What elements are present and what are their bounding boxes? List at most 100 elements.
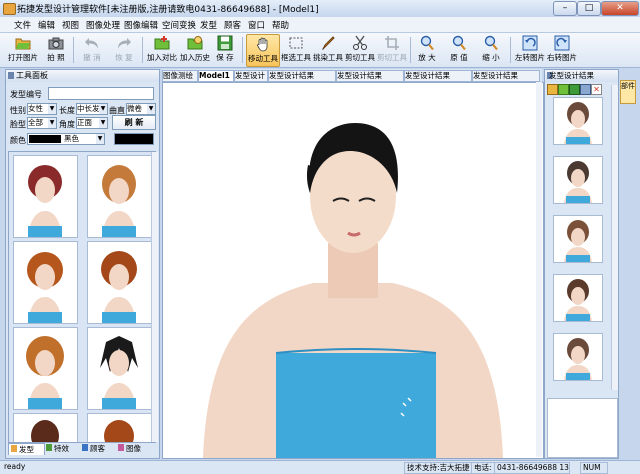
results-scrollbar[interactable] bbox=[611, 85, 618, 390]
result-thumbnail[interactable] bbox=[553, 215, 603, 263]
delete-result-icon[interactable]: ✕ bbox=[591, 84, 602, 95]
status-tech-support: 技术支持:吉大拓捷 bbox=[404, 462, 472, 474]
tab-design-result[interactable]: 发型设计结果 bbox=[404, 70, 472, 82]
zoom-out-button[interactable]: 缩 小 bbox=[478, 34, 504, 65]
canvas-scrollbar[interactable] bbox=[536, 82, 542, 457]
design-results-panel: 发型设计结果 ✕ bbox=[544, 69, 619, 459]
hair-number-input[interactable] bbox=[48, 87, 154, 100]
curl-select[interactable]: 微卷 ▼ bbox=[126, 103, 156, 115]
camera-button[interactable]: 拍 照 bbox=[42, 34, 70, 65]
save-icon bbox=[217, 35, 233, 51]
length-select[interactable]: 中长发 ▼ bbox=[76, 103, 108, 115]
face-shape-select[interactable]: 全部 ▼ bbox=[27, 117, 57, 129]
rotate-left-icon bbox=[522, 35, 538, 51]
redo-button[interactable]: 恢 复 bbox=[110, 34, 138, 65]
chevron-down-icon: ▼ bbox=[99, 118, 107, 128]
hairstyle-thumbnail[interactable] bbox=[13, 413, 78, 442]
result-thumbnail[interactable] bbox=[553, 156, 603, 204]
angle-value: 正面 bbox=[77, 118, 92, 127]
toolbar-label: 加入历史 bbox=[180, 53, 210, 62]
chevron-down-icon: ▼ bbox=[48, 118, 56, 128]
hairstyle-thumbnail[interactable] bbox=[13, 155, 78, 238]
image-canvas[interactable] bbox=[162, 82, 544, 459]
close-button[interactable]: ✕ bbox=[601, 1, 639, 16]
result-thumbnail[interactable] bbox=[553, 97, 603, 145]
hairstyle-thumbnail[interactable] bbox=[87, 413, 152, 442]
menu-hairstyle[interactable]: 发型 bbox=[200, 19, 217, 31]
open-result-icon[interactable] bbox=[547, 84, 558, 95]
rotate-right-button[interactable]: 右转图片 bbox=[546, 34, 578, 65]
highlight-tool-button[interactable]: 挑染工具 bbox=[312, 34, 344, 65]
customer-tab-icon bbox=[82, 444, 88, 451]
chevron-down-icon: ▼ bbox=[48, 104, 56, 114]
zoom-in-button[interactable]: 放 大 bbox=[414, 34, 440, 65]
menu-view[interactable]: 视图 bbox=[62, 19, 79, 31]
add-result-icon[interactable] bbox=[558, 84, 569, 95]
open-image-button[interactable]: 打开图片 bbox=[6, 34, 40, 65]
angle-select[interactable]: 正面 ▼ bbox=[76, 117, 108, 129]
menu-file[interactable]: 文件 bbox=[14, 19, 31, 31]
undo-button[interactable]: 撤 消 bbox=[78, 34, 106, 65]
zoom-reset-icon bbox=[452, 35, 466, 51]
save-button[interactable]: 保 存 bbox=[212, 34, 238, 65]
status-bar: ready 技术支持:吉大拓捷 电话: 0431-86649688 13 NUM bbox=[0, 460, 640, 474]
maximize-button[interactable]: □ bbox=[577, 1, 601, 16]
add-history-button[interactable]: 加入历史 bbox=[179, 34, 211, 65]
tab-image-measure[interactable]: 图像测绘 bbox=[162, 70, 198, 82]
chevron-down-icon: ▼ bbox=[99, 104, 107, 114]
tool-panel-scrollbar[interactable] bbox=[151, 152, 158, 442]
toolbar-label: 放 大 bbox=[418, 53, 436, 62]
hairstyle-thumbnail[interactable] bbox=[87, 155, 152, 238]
menu-bar: 文件 编辑 视图 图像处理 图像编辑 空间变换 发型 顾客 窗口 帮助 bbox=[0, 17, 640, 33]
add-compare-button[interactable]: 加入对比 bbox=[146, 34, 178, 65]
menu-edit[interactable]: 编辑 bbox=[38, 19, 55, 31]
menu-customer[interactable]: 顾客 bbox=[224, 19, 241, 31]
toolbar: 打开图片 拍 照 撤 消 恢 复 加入对比 加入历史 保 存 移动工具 框选工具… bbox=[0, 33, 640, 68]
move-tool-button[interactable]: 移动工具 bbox=[246, 34, 280, 67]
crop-tool-button[interactable]: 剪切工具 bbox=[376, 34, 408, 65]
result-thumbnail[interactable] bbox=[553, 274, 603, 322]
menu-transform[interactable]: 空间变换 bbox=[162, 19, 196, 31]
cut-tool-button[interactable]: 剪切工具 bbox=[344, 34, 376, 65]
refresh-button[interactable]: 刷 新 bbox=[112, 115, 156, 130]
status-phone-value: 0431-86649688 13 bbox=[494, 462, 570, 474]
tab-design-result[interactable]: 发型设计结果 bbox=[472, 70, 540, 82]
save-result-icon[interactable] bbox=[569, 84, 580, 95]
crop-icon bbox=[385, 36, 399, 50]
gender-select[interactable]: 女性 ▼ bbox=[27, 103, 57, 115]
tab-hair-design[interactable]: 发型设计 bbox=[234, 70, 268, 82]
toolbar-label: 移动工具 bbox=[248, 54, 278, 63]
tab-model1[interactable]: Model1 bbox=[198, 70, 234, 82]
menu-image-edit[interactable]: 图像编辑 bbox=[124, 19, 158, 31]
tab-effects[interactable]: 特效 bbox=[44, 443, 79, 454]
toolbar-label: 剪切工具 bbox=[377, 53, 407, 62]
color-preview[interactable] bbox=[114, 133, 154, 145]
menu-image-process[interactable]: 图像处理 bbox=[86, 19, 120, 31]
rotate-left-button[interactable]: 左转图片 bbox=[514, 34, 546, 65]
gender-label: 性别 bbox=[10, 106, 26, 115]
marquee-tool-button[interactable]: 框选工具 bbox=[280, 34, 312, 65]
minimize-button[interactable]: – bbox=[553, 1, 577, 16]
export-result-icon[interactable] bbox=[580, 84, 591, 95]
toolbar-label: 缩 小 bbox=[482, 53, 500, 62]
menu-help[interactable]: 帮助 bbox=[272, 19, 289, 31]
tab-image[interactable]: 图像 bbox=[116, 443, 151, 454]
tab-design-result[interactable]: 发型设计结果 bbox=[336, 70, 404, 82]
menu-window[interactable]: 窗口 bbox=[248, 19, 265, 31]
zoom-reset-button[interactable]: 原 值 bbox=[446, 34, 472, 65]
tab-customer[interactable]: 顾客 bbox=[80, 443, 115, 454]
hairstyle-thumbnail[interactable] bbox=[13, 327, 78, 410]
color-swatch bbox=[29, 135, 61, 143]
design-results-header: 发型设计结果 bbox=[545, 70, 618, 82]
result-thumbnail[interactable] bbox=[553, 333, 603, 381]
hairstyle-thumbnail[interactable] bbox=[13, 241, 78, 324]
toolbar-label: 挑染工具 bbox=[313, 53, 343, 62]
parts-side-tab[interactable]: 部件 bbox=[620, 80, 636, 104]
scissors-icon bbox=[353, 35, 367, 50]
hairstyle-thumbnail[interactable] bbox=[87, 241, 152, 324]
tool-panel-header: 工具面板 bbox=[6, 70, 159, 82]
hairstyle-thumbnail[interactable] bbox=[87, 327, 152, 410]
tab-design-result[interactable]: 发型设计结果 bbox=[268, 70, 336, 82]
color-select[interactable]: 黑色 ▼ bbox=[27, 133, 105, 145]
tab-hairstyle[interactable]: 发型 bbox=[8, 443, 45, 455]
